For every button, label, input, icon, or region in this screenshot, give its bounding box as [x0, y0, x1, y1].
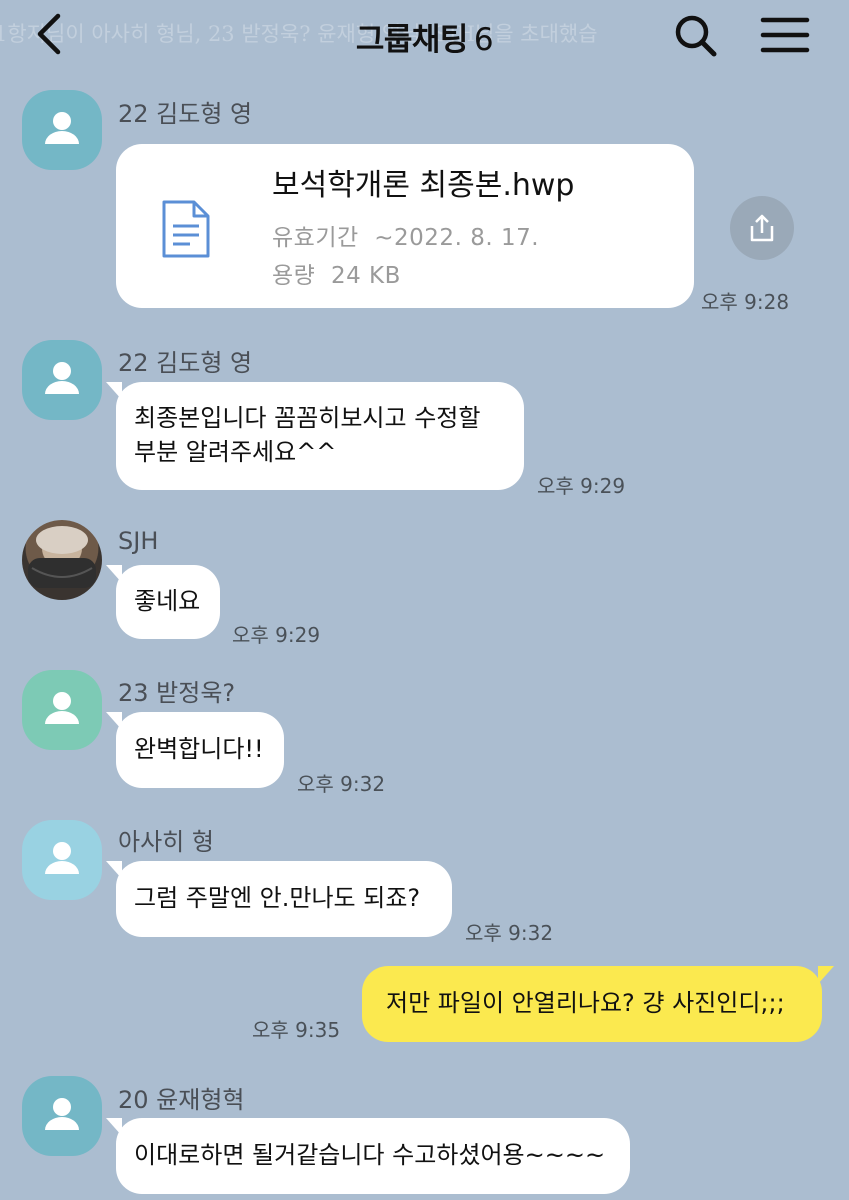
- file-name: 보석학개론 최종본.hwp: [272, 168, 575, 203]
- message-time: 오후 9:32: [297, 772, 386, 796]
- search-button[interactable]: [672, 12, 720, 60]
- message-time: 오후 9:32: [465, 921, 554, 945]
- bubble-tail: [106, 382, 122, 400]
- message-text-line: 저만 파일이 안열리나요? 걍 사진인디;;;: [386, 989, 785, 1017]
- file-size-label: 용량: [272, 263, 316, 289]
- message-text-line: 이대로하면 될거같습니다 수고하셨어용~~~~: [134, 1141, 606, 1169]
- profile-photo: [28, 526, 96, 588]
- message-time: 오후 9:29: [537, 474, 626, 498]
- sender-name: SJH: [118, 527, 159, 555]
- member-count: 6: [473, 22, 494, 58]
- sender-name: 아사히 형: [118, 828, 214, 856]
- file-size: 용량 24 KB: [272, 258, 401, 294]
- menu-button[interactable]: [760, 14, 810, 58]
- message-text-line: 완벽합니다!!: [134, 735, 264, 763]
- file-message-bubble[interactable]: 보석학개론 최종본.hwp 유효기간 ~2022. 8. 17. 용량 24 K…: [116, 144, 694, 308]
- chat-header: 1항지님이 아사히 형님, 23 받정욱? 윤재형 영님, SJH님을 초대했습…: [0, 0, 849, 72]
- message-text-line: 부분 알려주세요^^: [134, 438, 337, 466]
- file-expiry-label: 유효기간: [272, 225, 359, 251]
- message-bubble[interactable]: 최종본입니다 꼼꼼히보시고 수정할 부분 알려주세요^^: [106, 382, 524, 490]
- file-expiry-value: ~2022. 8. 17.: [374, 225, 540, 251]
- sender-avatar[interactable]: [22, 1076, 102, 1156]
- chat-title: 그룹채팅 6: [0, 14, 849, 59]
- sender-avatar-photo[interactable]: [22, 520, 102, 600]
- file-expiry: 유효기간 ~2022. 8. 17.: [272, 220, 539, 256]
- document-icon: [162, 200, 210, 258]
- chat-title-text: 그룹채팅: [355, 22, 469, 58]
- person-icon: [45, 362, 79, 394]
- message-bubble[interactable]: 그럼 주말엔 안.만나도 되죠?: [106, 861, 452, 937]
- sender-avatar[interactable]: [22, 670, 102, 750]
- message-text-line: 그럼 주말엔 안.만나도 되죠?: [134, 884, 421, 912]
- search-icon: [675, 15, 717, 57]
- message-time: 오후 9:29: [232, 623, 321, 647]
- message-text-line: 최종본입니다 꼼꼼히보시고 수정할: [134, 404, 481, 432]
- message-bubble[interactable]: 이대로하면 될거같습니다 수고하셨어용~~~~: [106, 1118, 630, 1194]
- sender-name: 22 김도형 영: [118, 349, 253, 377]
- sender-name: 23 받정욱?: [118, 679, 236, 707]
- message-time: 오후 9:28: [701, 290, 790, 314]
- bubble-tail: [106, 1118, 122, 1136]
- message-bubble[interactable]: 좋네요: [106, 565, 220, 639]
- sender-name: 20 윤재형혁: [118, 1086, 245, 1114]
- message-time: 오후 9:35: [252, 1018, 341, 1042]
- sender-avatar[interactable]: [22, 90, 102, 170]
- person-icon: [45, 842, 79, 874]
- person-icon: [45, 692, 79, 724]
- bubble-tail: [106, 712, 122, 730]
- sender-avatar[interactable]: [22, 820, 102, 900]
- bubble-tail: [818, 966, 834, 984]
- bubble-tail: [106, 861, 122, 879]
- person-icon: [45, 112, 79, 144]
- hamburger-menu-icon: [760, 17, 810, 53]
- my-message-bubble[interactable]: 저만 파일이 안열리나요? 걍 사진인디;;;: [362, 966, 834, 1042]
- message-bubble[interactable]: 완벽합니다!!: [106, 712, 284, 788]
- message-text-line: 좋네요: [134, 587, 201, 615]
- file-size-value: 24 KB: [330, 263, 401, 289]
- bubble-tail: [106, 565, 122, 583]
- sender-avatar[interactable]: [22, 340, 102, 420]
- person-icon: [45, 1098, 79, 1130]
- sender-name: 22 김도형 영: [118, 100, 253, 128]
- share-button[interactable]: [730, 196, 794, 260]
- share-upload-icon: [750, 214, 774, 242]
